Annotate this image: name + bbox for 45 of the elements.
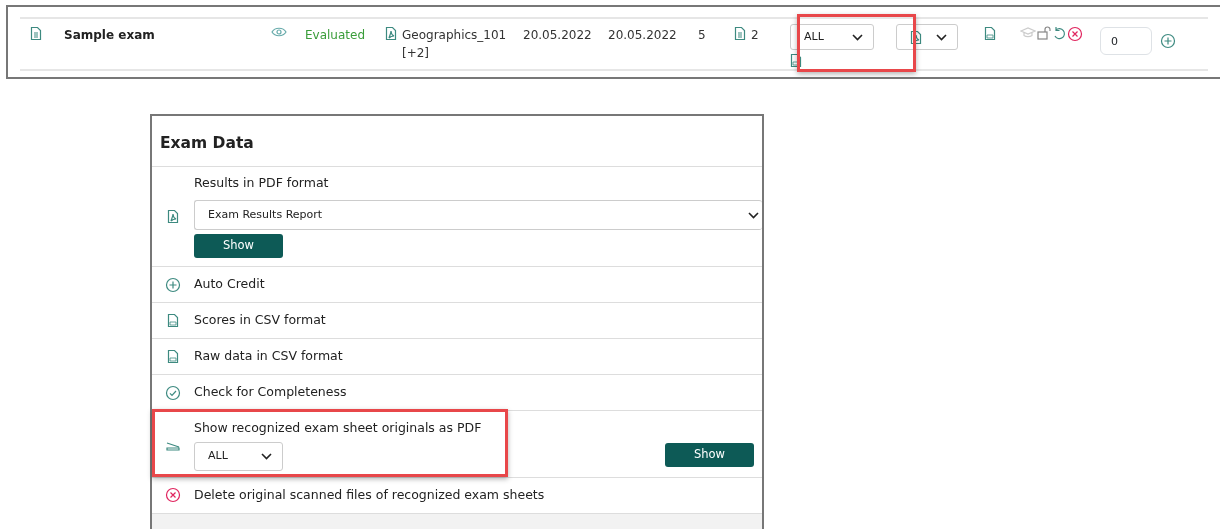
- check-circle-icon: [165, 384, 181, 401]
- open-lock-icon: [1037, 26, 1051, 40]
- sheet-count: 2: [751, 27, 759, 44]
- chevron-down-icon: [852, 33, 863, 41]
- date-text: 20.05.2022: [608, 27, 677, 44]
- chevron-down-icon: [936, 33, 947, 41]
- csv-file-icon: [790, 53, 802, 68]
- graduation-cap-icon: [1020, 26, 1036, 38]
- report-select[interactable]: Exam Results Report: [194, 200, 762, 230]
- show-button[interactable]: Show: [194, 234, 283, 258]
- undo-icon: [1052, 26, 1066, 40]
- chevron-down-icon: [261, 452, 272, 460]
- item-label[interactable]: Auto Credit: [194, 275, 762, 294]
- date-text: 20.05.2022: [523, 27, 592, 44]
- plus-circle-icon: [165, 276, 181, 293]
- csv-file-icon: [167, 313, 179, 328]
- pdf-file-icon: [385, 26, 397, 41]
- pdf-format-select[interactable]: [896, 24, 958, 50]
- scope-select[interactable]: ALL: [194, 441, 283, 471]
- eye-icon: [271, 26, 287, 38]
- csv-file-icon: [167, 349, 179, 364]
- item-label[interactable]: Results in PDF format: [194, 174, 762, 193]
- count-text: 5: [698, 27, 706, 44]
- item-label[interactable]: Show recognized exam sheet originals as PDF: [194, 419, 482, 438]
- show-button[interactable]: Show: [665, 442, 754, 467]
- csv-file-icon: [984, 26, 996, 41]
- pdf-file-icon: [910, 29, 922, 45]
- delete-circle-icon: [1067, 26, 1083, 42]
- item-label[interactable]: Scores in CSV format: [194, 311, 762, 330]
- exam-name: Sample exam: [64, 27, 155, 44]
- panel-title: Exam Data: [152, 116, 762, 168]
- document-icon: [30, 26, 42, 41]
- item-label[interactable]: Raw data in CSV format: [194, 347, 762, 366]
- document-icon: [734, 26, 746, 41]
- plus-circle-icon: [1160, 33, 1176, 49]
- item-label[interactable]: Delete original scanned files of recognized exam sheets: [194, 485, 762, 505]
- status-text: Evaluated: [305, 27, 366, 44]
- points-field[interactable]: 0: [1100, 27, 1152, 55]
- file-link[interactable]: Geographics_101: [402, 26, 507, 44]
- item-label[interactable]: Check for Completeness: [194, 383, 762, 402]
- pdf-file-icon: [167, 208, 179, 224]
- file-count-text: [+2]: [402, 45, 431, 62]
- chevron-down-icon: [748, 211, 759, 219]
- scope-select[interactable]: ALL: [790, 24, 874, 50]
- delete-circle-icon: [165, 487, 181, 504]
